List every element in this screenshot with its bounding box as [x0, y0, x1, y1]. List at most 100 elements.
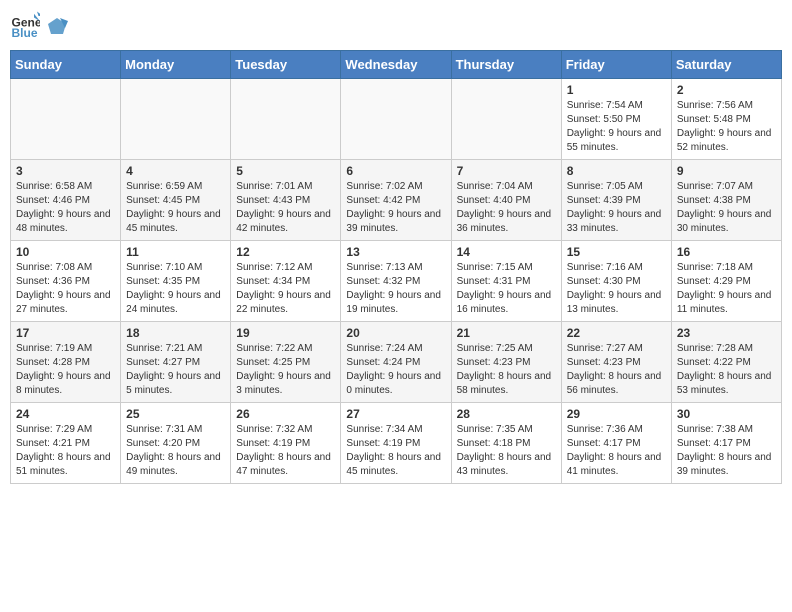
calendar-cell	[451, 79, 561, 160]
day-info: Sunrise: 7:34 AM Sunset: 4:19 PM Dayligh…	[346, 423, 445, 479]
day-info: Sunrise: 7:32 AM Sunset: 4:19 PM Dayligh…	[236, 423, 335, 479]
day-info: Sunrise: 7:24 AM Sunset: 4:24 PM Dayligh…	[346, 342, 445, 398]
weekday-header-tuesday: Tuesday	[231, 51, 341, 79]
day-number: 10	[16, 245, 115, 259]
calendar-cell: 16 Sunrise: 7:18 AM Sunset: 4:29 PM Dayli…	[671, 241, 781, 322]
day-number: 24	[16, 407, 115, 421]
calendar-cell: 23 Sunrise: 7:28 AM Sunset: 4:22 PM Dayli…	[671, 322, 781, 403]
logo-icon: General Blue	[10, 10, 40, 40]
svg-text:Blue: Blue	[12, 26, 38, 40]
calendar-week-row: 17 Sunrise: 7:19 AM Sunset: 4:28 PM Dayli…	[11, 322, 782, 403]
calendar-table: SundayMondayTuesdayWednesdayThursdayFrid…	[10, 50, 782, 484]
day-number: 23	[677, 326, 776, 340]
calendar-cell: 5 Sunrise: 7:01 AM Sunset: 4:43 PM Daylig…	[231, 160, 341, 241]
calendar-cell: 7 Sunrise: 7:04 AM Sunset: 4:40 PM Daylig…	[451, 160, 561, 241]
calendar-cell: 27 Sunrise: 7:34 AM Sunset: 4:19 PM Dayli…	[341, 403, 451, 484]
day-info: Sunrise: 7:15 AM Sunset: 4:31 PM Dayligh…	[457, 261, 556, 317]
weekday-header-saturday: Saturday	[671, 51, 781, 79]
day-number: 9	[677, 164, 776, 178]
day-number: 8	[567, 164, 666, 178]
calendar-cell: 18 Sunrise: 7:21 AM Sunset: 4:27 PM Dayli…	[121, 322, 231, 403]
day-number: 25	[126, 407, 225, 421]
day-info: Sunrise: 7:27 AM Sunset: 4:23 PM Dayligh…	[567, 342, 666, 398]
day-number: 2	[677, 83, 776, 97]
day-info: Sunrise: 7:01 AM Sunset: 4:43 PM Dayligh…	[236, 180, 335, 236]
calendar-cell	[231, 79, 341, 160]
calendar-cell: 29 Sunrise: 7:36 AM Sunset: 4:17 PM Dayli…	[561, 403, 671, 484]
calendar-cell: 11 Sunrise: 7:10 AM Sunset: 4:35 PM Dayli…	[121, 241, 231, 322]
calendar-cell: 28 Sunrise: 7:35 AM Sunset: 4:18 PM Dayli…	[451, 403, 561, 484]
day-info: Sunrise: 7:10 AM Sunset: 4:35 PM Dayligh…	[126, 261, 225, 317]
day-info: Sunrise: 7:08 AM Sunset: 4:36 PM Dayligh…	[16, 261, 115, 317]
calendar-cell: 22 Sunrise: 7:27 AM Sunset: 4:23 PM Dayli…	[561, 322, 671, 403]
day-number: 5	[236, 164, 335, 178]
day-number: 11	[126, 245, 225, 259]
day-number: 28	[457, 407, 556, 421]
day-number: 18	[126, 326, 225, 340]
day-info: Sunrise: 7:04 AM Sunset: 4:40 PM Dayligh…	[457, 180, 556, 236]
calendar-cell: 1 Sunrise: 7:54 AM Sunset: 5:50 PM Daylig…	[561, 79, 671, 160]
day-number: 29	[567, 407, 666, 421]
calendar-cell: 13Sunrise: 7:13 AM Sunset: 4:32 PM Dayli…	[341, 241, 451, 322]
weekday-header-row: SundayMondayTuesdayWednesdayThursdayFrid…	[11, 51, 782, 79]
calendar-week-row: 1 Sunrise: 7:54 AM Sunset: 5:50 PM Daylig…	[11, 79, 782, 160]
calendar-cell: 14 Sunrise: 7:15 AM Sunset: 4:31 PM Dayli…	[451, 241, 561, 322]
day-number: 4	[126, 164, 225, 178]
day-info: Sunrise: 7:35 AM Sunset: 4:18 PM Dayligh…	[457, 423, 556, 479]
day-info: Sunrise: 6:58 AM Sunset: 4:46 PM Dayligh…	[16, 180, 115, 236]
calendar-cell	[121, 79, 231, 160]
day-number: 30	[677, 407, 776, 421]
day-info: Sunrise: 7:31 AM Sunset: 4:20 PM Dayligh…	[126, 423, 225, 479]
calendar-cell: 4 Sunrise: 6:59 AM Sunset: 4:45 PM Daylig…	[121, 160, 231, 241]
day-number: 27	[346, 407, 445, 421]
day-info: Sunrise: 7:22 AM Sunset: 4:25 PM Dayligh…	[236, 342, 335, 398]
calendar-cell: 21Sunrise: 7:25 AM Sunset: 4:23 PM Dayli…	[451, 322, 561, 403]
day-info: Sunrise: 7:16 AM Sunset: 4:30 PM Dayligh…	[567, 261, 666, 317]
day-number: 22	[567, 326, 666, 340]
day-info: Sunrise: 7:28 AM Sunset: 4:22 PM Dayligh…	[677, 342, 776, 398]
weekday-header-sunday: Sunday	[11, 51, 121, 79]
calendar-cell: 25 Sunrise: 7:31 AM Sunset: 4:20 PM Dayli…	[121, 403, 231, 484]
day-info: Sunrise: 7:54 AM Sunset: 5:50 PM Dayligh…	[567, 99, 666, 155]
calendar-cell: 30 Sunrise: 7:38 AM Sunset: 4:17 PM Dayli…	[671, 403, 781, 484]
day-info: Sunrise: 7:18 AM Sunset: 4:29 PM Dayligh…	[677, 261, 776, 317]
day-number: 17	[16, 326, 115, 340]
day-number: 7	[457, 164, 556, 178]
calendar-cell: 2 Sunrise: 7:56 AM Sunset: 5:48 PM Daylig…	[671, 79, 781, 160]
weekday-header-friday: Friday	[561, 51, 671, 79]
day-info: Sunrise: 7:13 AM Sunset: 4:32 PM Dayligh…	[346, 261, 445, 317]
day-number: 14	[457, 245, 556, 259]
logo: General Blue	[10, 10, 68, 40]
calendar-cell: 6 Sunrise: 7:02 AM Sunset: 4:42 PM Daylig…	[341, 160, 451, 241]
calendar-cell: 9 Sunrise: 7:07 AM Sunset: 4:38 PM Daylig…	[671, 160, 781, 241]
day-info: Sunrise: 7:21 AM Sunset: 4:27 PM Dayligh…	[126, 342, 225, 398]
calendar-cell: 3 Sunrise: 6:58 AM Sunset: 4:46 PM Daylig…	[11, 160, 121, 241]
day-number: 12	[236, 245, 335, 259]
day-info: Sunrise: 6:59 AM Sunset: 4:45 PM Dayligh…	[126, 180, 225, 236]
weekday-header-thursday: Thursday	[451, 51, 561, 79]
logo-flag-icon	[46, 16, 68, 38]
calendar-week-row: 10 Sunrise: 7:08 AM Sunset: 4:36 PM Dayli…	[11, 241, 782, 322]
calendar-cell: 15 Sunrise: 7:16 AM Sunset: 4:30 PM Dayli…	[561, 241, 671, 322]
day-info: Sunrise: 7:25 AM Sunset: 4:23 PM Dayligh…	[457, 342, 556, 398]
day-info: Sunrise: 7:19 AM Sunset: 4:28 PM Dayligh…	[16, 342, 115, 398]
calendar-cell	[341, 79, 451, 160]
day-number: 15	[567, 245, 666, 259]
weekday-header-monday: Monday	[121, 51, 231, 79]
day-info: Sunrise: 7:02 AM Sunset: 4:42 PM Dayligh…	[346, 180, 445, 236]
day-info: Sunrise: 7:36 AM Sunset: 4:17 PM Dayligh…	[567, 423, 666, 479]
day-number: 6	[346, 164, 445, 178]
calendar-week-row: 3 Sunrise: 6:58 AM Sunset: 4:46 PM Daylig…	[11, 160, 782, 241]
day-number: 26	[236, 407, 335, 421]
day-info: Sunrise: 7:56 AM Sunset: 5:48 PM Dayligh…	[677, 99, 776, 155]
calendar-cell: 10 Sunrise: 7:08 AM Sunset: 4:36 PM Dayli…	[11, 241, 121, 322]
header: General Blue	[10, 10, 782, 40]
day-info: Sunrise: 7:07 AM Sunset: 4:38 PM Dayligh…	[677, 180, 776, 236]
day-info: Sunrise: 7:38 AM Sunset: 4:17 PM Dayligh…	[677, 423, 776, 479]
day-number: 16	[677, 245, 776, 259]
day-number: 3	[16, 164, 115, 178]
calendar-cell: 17 Sunrise: 7:19 AM Sunset: 4:28 PM Dayli…	[11, 322, 121, 403]
calendar-cell: 12Sunrise: 7:12 AM Sunset: 4:34 PM Dayli…	[231, 241, 341, 322]
calendar-cell: 24Sunrise: 7:29 AM Sunset: 4:21 PM Dayli…	[11, 403, 121, 484]
day-number: 1	[567, 83, 666, 97]
